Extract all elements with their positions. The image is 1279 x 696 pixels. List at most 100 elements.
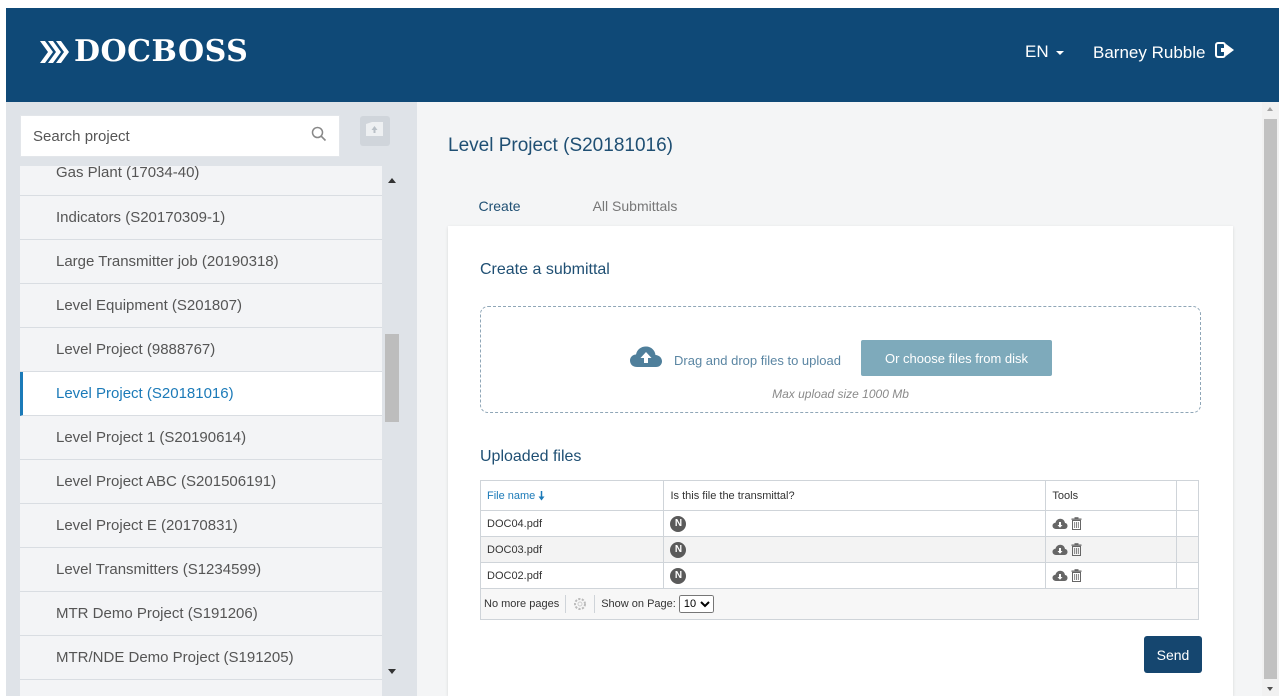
project-label: Level Project (S20181016) [56, 385, 234, 402]
project-label: Indicators (S20170309-1) [56, 209, 226, 226]
trash-icon[interactable] [1071, 543, 1082, 556]
transmittal-cell: N [664, 563, 1047, 588]
uploaded-files-table: File name Is this file the transmittal? … [480, 480, 1199, 620]
sort-down-icon [538, 490, 545, 501]
page-scrollbar[interactable] [1262, 102, 1279, 696]
page-size-select[interactable]: 10 [678, 595, 714, 613]
project-label: Level Project ABC (S201506191) [56, 473, 277, 490]
row-filler [1177, 511, 1198, 536]
search-icon[interactable] [311, 126, 327, 147]
file-name-column-header[interactable]: File name [481, 481, 665, 510]
scroll-down-icon[interactable] [388, 669, 396, 674]
settings-gear-icon[interactable] [572, 596, 588, 612]
transmittal-cell: N [664, 537, 1047, 562]
page-scroll-thumb[interactable] [1264, 119, 1277, 679]
table-header-row: File name Is this file the transmittal? … [481, 481, 1198, 511]
file-dropzone[interactable]: Drag and drop files to upload Or choose … [480, 306, 1201, 413]
file-name-header-label: File name [487, 489, 536, 502]
tab-create[interactable]: Create [448, 194, 551, 229]
project-item-active[interactable]: Level Project (S20181016) [20, 372, 382, 416]
language-dropdown[interactable]: EN [1025, 42, 1064, 62]
scroll-thumb[interactable] [385, 334, 399, 422]
tools-cell [1046, 537, 1178, 562]
project-item[interactable]: MTR/NDE Demo Project (S191205) [20, 636, 382, 680]
logo-text: DOCBOSS [74, 34, 249, 69]
create-submittal-card: Create a submittal Drag and drop files t… [448, 226, 1233, 696]
tools-cell [1046, 511, 1178, 536]
table-pager: No more pages Show on Page: 10 [481, 589, 1198, 619]
row-filler [1177, 563, 1198, 588]
project-list-scrollbar[interactable] [384, 166, 400, 696]
project-label: Level Transmitters (S1234599) [56, 561, 262, 578]
project-label: MTR Demo Project (S191206) [56, 605, 258, 622]
scroll-up-icon[interactable] [1267, 107, 1273, 111]
project-item[interactable]: Level Project 1 (S20190614) [20, 416, 382, 460]
main-content: Level Project (S20181016) Create All Sub… [417, 102, 1262, 696]
table-row: DOC03.pdf N [481, 537, 1198, 563]
caret-down-icon [1055, 51, 1064, 55]
cloud-upload-icon [629, 345, 663, 374]
cloud-download-icon[interactable] [1052, 570, 1068, 582]
project-label: Gas Plant (17034-40) [56, 166, 200, 181]
header-top-strip [0, 0, 1279, 8]
tools-column-header: Tools [1046, 481, 1178, 510]
scroll-up-icon[interactable] [388, 178, 396, 183]
user-menu[interactable]: Barney Rubble [1093, 42, 1235, 63]
uploaded-files-title: Uploaded files [480, 448, 582, 465]
page-title: Level Project (S20181016) [448, 135, 673, 156]
project-item[interactable]: Level Project ABC (S201506191) [20, 460, 382, 504]
project-item[interactable]: Level Project (9888767) [20, 328, 382, 372]
project-label: Level Equipment (S201807) [56, 297, 242, 314]
table-row: DOC02.pdf N [481, 563, 1198, 589]
folder-upload-icon [365, 120, 385, 143]
file-name-cell: DOC04.pdf [481, 511, 665, 536]
project-item[interactable]: Level Transmitters (S1234599) [20, 548, 382, 592]
max-upload-size-text: Max upload size 1000 Mb [772, 387, 909, 401]
trash-icon[interactable] [1071, 569, 1082, 582]
transmittal-toggle-badge[interactable]: N [670, 541, 687, 558]
project-item[interactable]: Indicators (S20170309-1) [20, 196, 382, 240]
project-item[interactable]: Large Transmitter job (20190318) [20, 240, 382, 284]
file-name-cell: DOC02.pdf [481, 563, 665, 588]
header-bar: DOCBOSS EN Barney Rubble [6, 8, 1279, 102]
project-label: MTR/NDE Demo Project (S191205) [56, 649, 294, 666]
send-button[interactable]: Send [1144, 636, 1202, 673]
table-header-filler [1177, 481, 1198, 510]
cloud-download-icon[interactable] [1052, 518, 1068, 530]
project-item[interactable]: MTR Demo Project (S191206) [20, 592, 382, 636]
row-filler [1177, 537, 1198, 562]
project-list: Gas Plant (17034-40) Indicators (S201703… [20, 166, 382, 696]
user-name: Barney Rubble [1093, 42, 1206, 62]
transmittal-column-header: Is this file the transmittal? [664, 481, 1047, 510]
drag-drop-text: Drag and drop files to upload [674, 353, 841, 368]
search-box [20, 115, 340, 157]
cloud-download-icon[interactable] [1052, 544, 1068, 556]
project-label: Large Transmitter job (20190318) [56, 253, 279, 270]
app-header: DOCBOSS EN Barney Rubble [0, 0, 1279, 102]
table-row: DOC04.pdf N [481, 511, 1198, 537]
show-on-page-label: Show on Page: [601, 598, 676, 610]
file-name-cell: DOC03.pdf [481, 537, 665, 562]
create-submittal-title: Create a submittal [480, 261, 610, 278]
pager-divider [565, 595, 567, 613]
trash-icon[interactable] [1071, 517, 1082, 530]
project-label: Level Project (9888767) [56, 341, 216, 358]
scroll-down-icon[interactable] [1267, 687, 1273, 691]
transmittal-toggle-badge[interactable]: N [670, 515, 687, 532]
chevrons-logo-icon [38, 39, 72, 65]
project-label: Level Project 1 (S20190614) [56, 429, 247, 446]
project-item[interactable]: Level Equipment (S201807) [20, 284, 382, 328]
no-more-pages-text: No more pages [484, 598, 560, 610]
tab-bar: Create All Submittals [448, 194, 705, 229]
project-sidebar: Gas Plant (17034-40) Indicators (S201703… [6, 102, 417, 696]
search-input[interactable] [33, 127, 311, 145]
project-item[interactable]: Level Project E (20170831) [20, 504, 382, 548]
folder-upload-button[interactable] [360, 116, 390, 146]
pager-divider [594, 595, 596, 613]
transmittal-toggle-badge[interactable]: N [670, 567, 687, 584]
logout-icon[interactable] [1215, 42, 1235, 63]
choose-files-button[interactable]: Or choose files from disk [861, 340, 1052, 376]
tab-all-submittals[interactable]: All Submittals [565, 194, 705, 229]
docboss-logo[interactable]: DOCBOSS [38, 34, 248, 69]
project-item[interactable]: Gas Plant (17034-40) [20, 166, 382, 196]
